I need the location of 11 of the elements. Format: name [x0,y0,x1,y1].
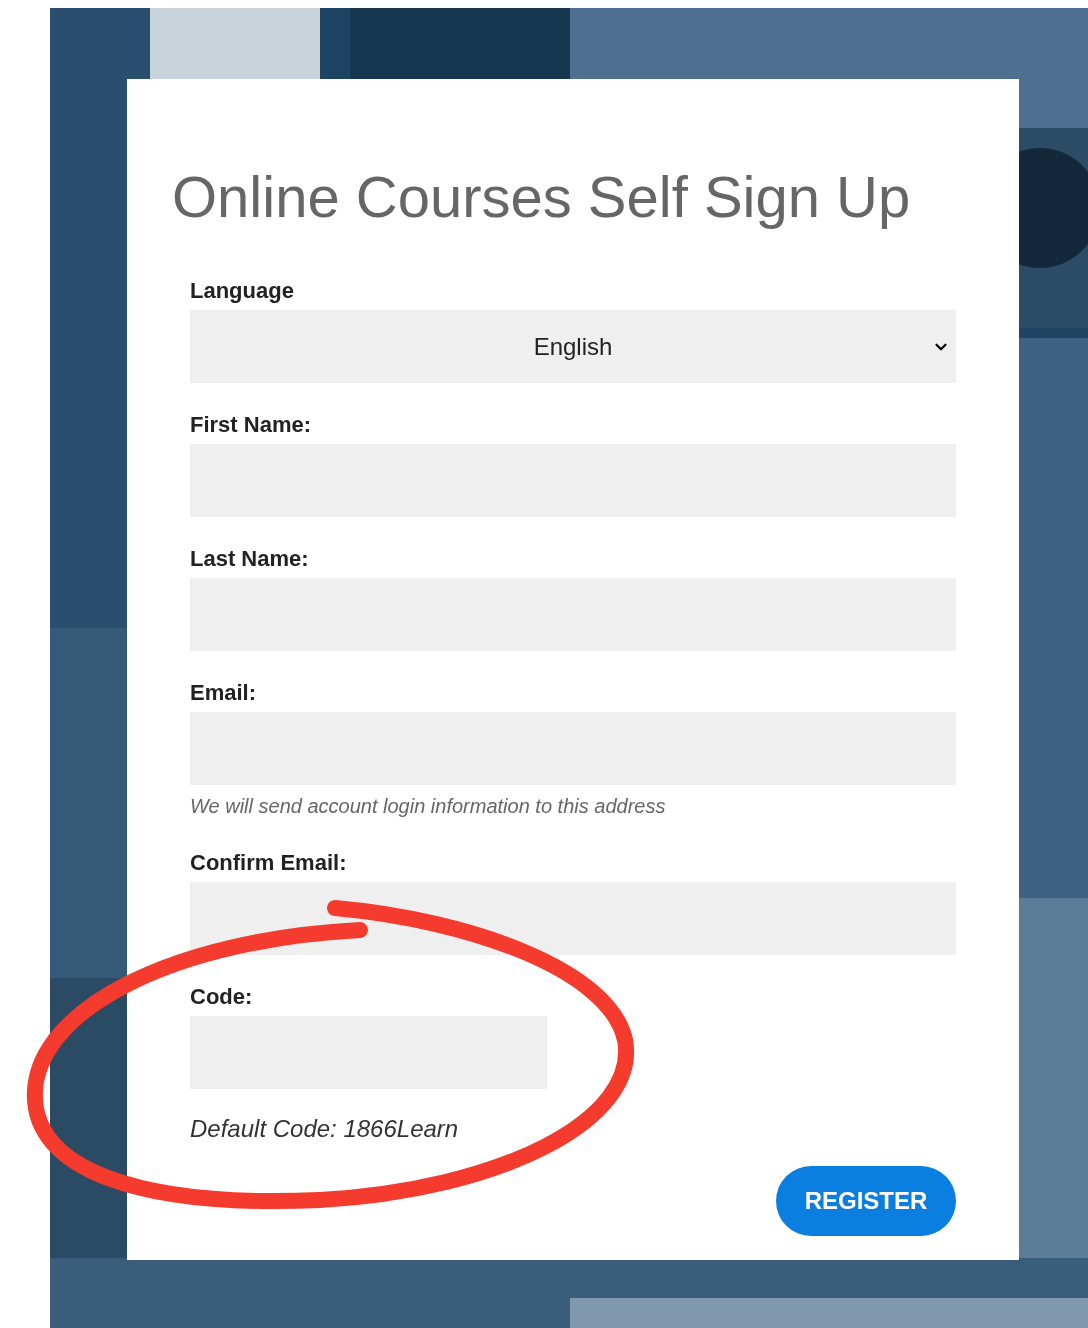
register-button[interactable]: REGISTER [776,1166,956,1236]
field-label: First Name: [190,411,313,439]
field-label: Language [190,277,295,305]
field-label: Email: [190,679,258,707]
field-label: Code: [190,983,254,1011]
hint-text: Default Code: 1866Learn [190,1114,460,1144]
page-title: Online Courses Self Sign Up [172,163,912,231]
language-select[interactable]: English [190,310,956,383]
hint-text: We will send account login information to this address [190,794,667,819]
field-label: Confirm Email: [190,849,348,877]
field-label: Last Name: [190,545,310,573]
